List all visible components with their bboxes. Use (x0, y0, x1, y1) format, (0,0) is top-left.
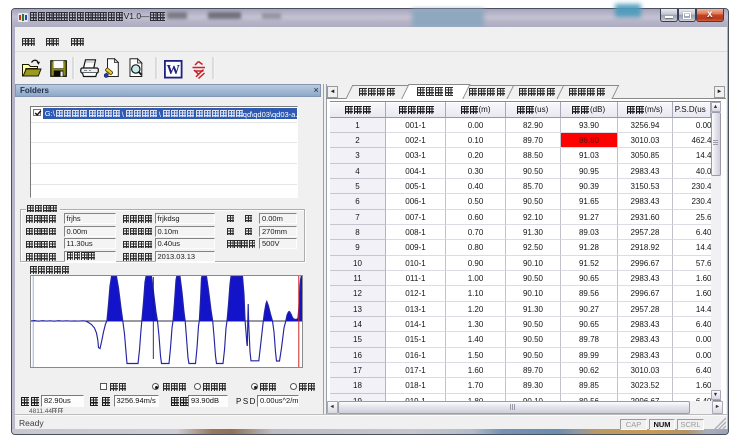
svg-text:W: W (167, 62, 181, 77)
